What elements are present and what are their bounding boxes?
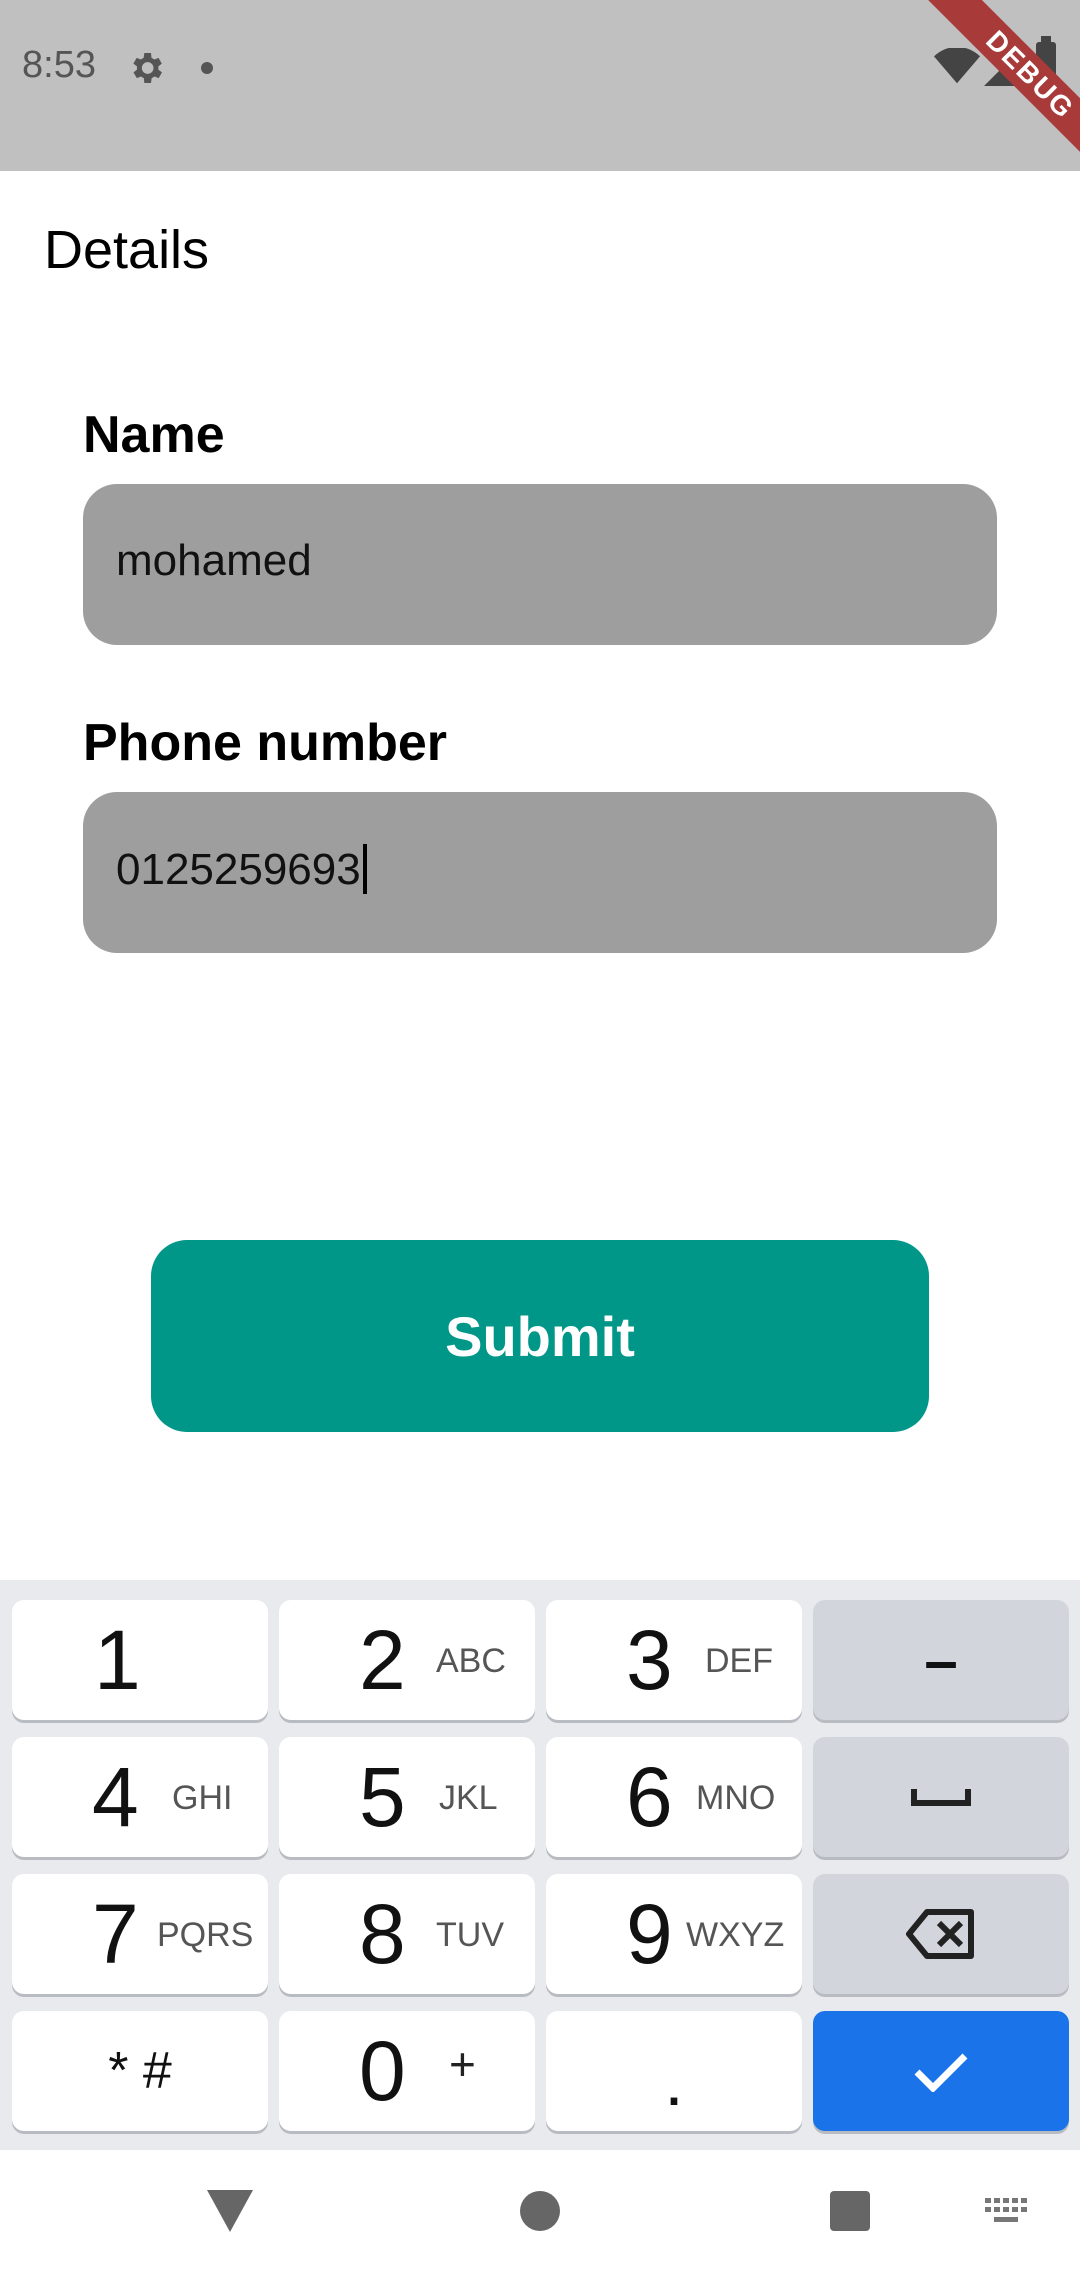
key-space[interactable] xyxy=(813,1737,1069,1857)
key-digit: 4 xyxy=(92,1750,139,1844)
key-symbol: – xyxy=(924,1626,958,1694)
phone-field[interactable]: 0125259693 xyxy=(83,792,997,953)
space-icon xyxy=(813,1737,1069,1857)
key-letters: GHI xyxy=(172,1779,233,1817)
settings-icon xyxy=(133,53,162,83)
name-label: Name xyxy=(83,406,225,464)
page-title: Details xyxy=(44,220,210,280)
key-backspace[interactable] xyxy=(813,1874,1069,1994)
key-period[interactable]: . xyxy=(546,2011,802,2131)
name-field-value: mohamed xyxy=(116,536,312,585)
wifi-icon xyxy=(934,48,980,84)
key-digit: 0 xyxy=(359,2024,406,2118)
home-icon[interactable] xyxy=(519,2190,561,2232)
key-3[interactable]: 3 DEF xyxy=(546,1600,802,1720)
status-time: 8:53 xyxy=(22,44,96,86)
key-letters: ABC xyxy=(436,1642,506,1680)
key-digit: 6 xyxy=(626,1750,673,1844)
backspace-icon xyxy=(813,1874,1069,1994)
key-9[interactable]: 9 WXYZ xyxy=(546,1874,802,1994)
phone-field-text: 0125259693 xyxy=(116,845,361,894)
key-letters: JKL xyxy=(439,1779,498,1817)
key-symbol: * # xyxy=(108,2042,172,2100)
status-bar: 8:53 DEBUG xyxy=(0,0,1080,202)
key-7[interactable]: 7 PQRS xyxy=(12,1874,268,1994)
key-digit: 3 xyxy=(626,1613,673,1707)
screen: 8:53 DEBUG Details Name mohamed Phone nu… xyxy=(0,0,1080,2280)
key-8[interactable]: 8 TUV xyxy=(279,1874,535,1994)
key-digit: 5 xyxy=(359,1750,406,1844)
key-5[interactable]: 5 JKL xyxy=(279,1737,535,1857)
key-letters: DEF xyxy=(705,1642,773,1680)
key-letters: PQRS xyxy=(157,1916,254,1954)
dot-icon xyxy=(201,62,213,74)
key-digit: 8 xyxy=(359,1887,406,1981)
key-digit: 1 xyxy=(94,1613,141,1707)
key-digit: 9 xyxy=(626,1887,673,1981)
recents-icon[interactable] xyxy=(829,2190,871,2232)
key-letters: WXYZ xyxy=(686,1916,785,1954)
app-bar: Details xyxy=(0,171,1080,331)
keyboard-switch-icon[interactable] xyxy=(985,2198,1029,2226)
phone-field-value: 0125259693 xyxy=(116,844,367,895)
key-letters: TUV xyxy=(436,1916,504,1954)
key-dash[interactable]: – xyxy=(813,1600,1069,1720)
key-0[interactable]: 0 + xyxy=(279,2011,535,2131)
key-done[interactable] xyxy=(813,2011,1069,2131)
key-letters: MNO xyxy=(696,1779,776,1817)
key-1[interactable]: 1 xyxy=(12,1600,268,1720)
key-4[interactable]: 4 GHI xyxy=(12,1737,268,1857)
navigation-bar xyxy=(0,2150,1080,2280)
key-symbol: . xyxy=(664,2042,684,2120)
key-star-hash[interactable]: * # xyxy=(12,2011,268,2131)
key-2[interactable]: 2 ABC xyxy=(279,1600,535,1720)
back-icon[interactable] xyxy=(205,2188,255,2234)
name-field[interactable]: mohamed xyxy=(83,484,997,645)
phone-label: Phone number xyxy=(83,714,448,772)
key-digit: 2 xyxy=(359,1613,406,1707)
submit-button[interactable]: Submit xyxy=(151,1240,929,1432)
key-plus: + xyxy=(449,2038,476,2090)
numeric-keyboard: 1 2 ABC 3 DEF – 4 GHI 5 JKL 6 MNO 7 PQRS… xyxy=(0,1580,1080,2150)
check-icon xyxy=(813,2011,1069,2131)
key-6[interactable]: 6 MNO xyxy=(546,1737,802,1857)
key-digit: 7 xyxy=(92,1887,139,1981)
text-caret xyxy=(362,844,367,894)
